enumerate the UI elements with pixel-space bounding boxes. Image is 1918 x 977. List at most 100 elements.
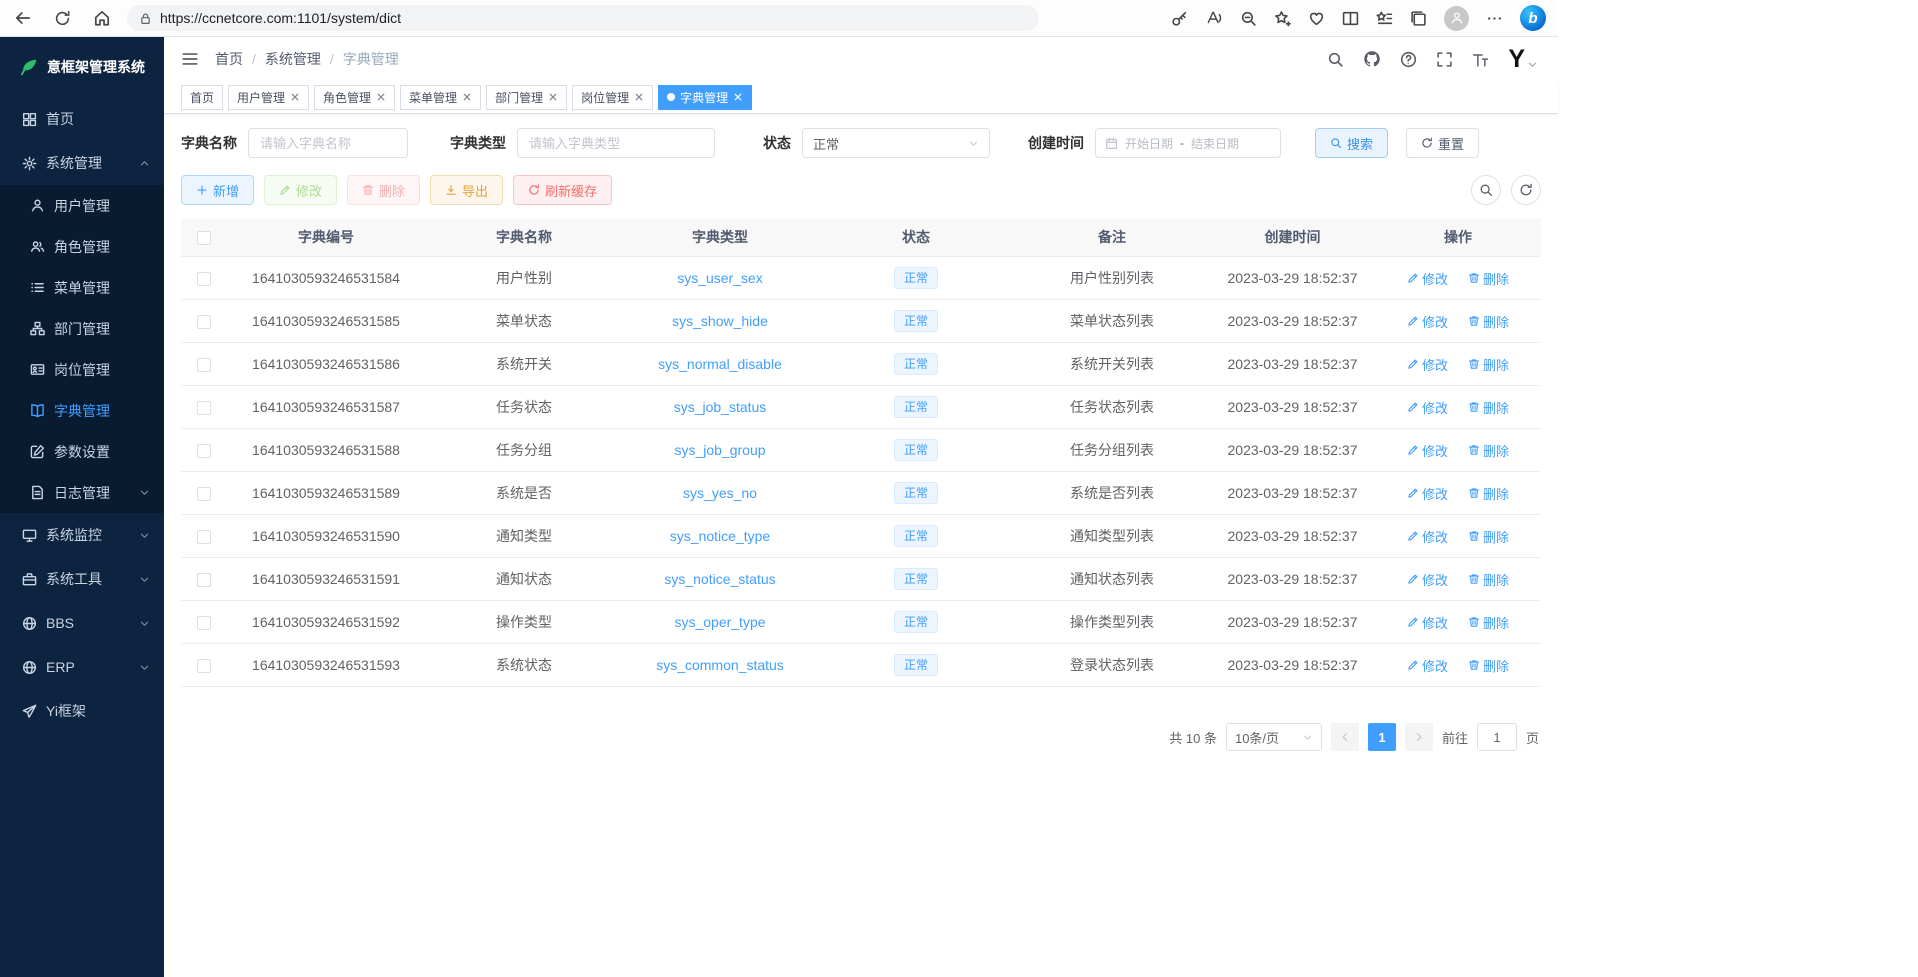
- collections-icon[interactable]: [1410, 10, 1427, 27]
- dict-type-link[interactable]: sys_notice_status: [664, 571, 775, 587]
- browser-essentials-icon[interactable]: [1308, 10, 1325, 27]
- row-delete-link[interactable]: 删除: [1468, 441, 1509, 460]
- home-icon[interactable]: [93, 9, 111, 27]
- reload-icon[interactable]: [54, 10, 71, 27]
- row-delete-link[interactable]: 删除: [1468, 398, 1509, 417]
- goto-page-input[interactable]: [1477, 723, 1517, 751]
- toggle-search-button[interactable]: [1471, 175, 1501, 205]
- add-favorite-icon[interactable]: [1274, 10, 1291, 27]
- breadcrumb-section[interactable]: 系统管理: [265, 49, 321, 69]
- row-checkbox[interactable]: [197, 358, 211, 372]
- fullscreen-icon[interactable]: [1436, 51, 1453, 68]
- tab-post-management[interactable]: 岗位管理: [572, 85, 653, 110]
- row-checkbox[interactable]: [197, 315, 211, 329]
- sidebar-item-erp[interactable]: ERP: [0, 645, 164, 689]
- row-checkbox[interactable]: [197, 659, 211, 673]
- row-checkbox[interactable]: [197, 401, 211, 415]
- dict-name-input[interactable]: [248, 128, 408, 158]
- row-edit-link[interactable]: 修改: [1407, 398, 1448, 417]
- dict-type-link[interactable]: sys_oper_type: [674, 614, 765, 630]
- row-edit-link[interactable]: 修改: [1407, 312, 1448, 331]
- status-select[interactable]: 正常: [802, 128, 990, 158]
- sidebar-item-user-management[interactable]: 用户管理: [0, 185, 164, 226]
- search-button[interactable]: 搜索: [1315, 128, 1388, 158]
- bing-chat-icon[interactable]: b: [1520, 5, 1546, 31]
- user-menu[interactable]: Y: [1508, 47, 1538, 72]
- dict-type-link[interactable]: sys_show_hide: [672, 313, 768, 329]
- prev-page-button[interactable]: [1331, 723, 1359, 751]
- row-delete-link[interactable]: 删除: [1468, 570, 1509, 589]
- row-delete-link[interactable]: 删除: [1468, 312, 1509, 331]
- row-checkbox[interactable]: [197, 272, 211, 286]
- sidebar-item-system-management[interactable]: 系统管理: [0, 141, 164, 185]
- tab-dept-management[interactable]: 部门管理: [486, 85, 567, 110]
- row-edit-link[interactable]: 修改: [1407, 613, 1448, 632]
- tab-close-icon[interactable]: [733, 92, 743, 102]
- row-edit-link[interactable]: 修改: [1407, 484, 1448, 503]
- sidebar-item-menu-management[interactable]: 菜单管理: [0, 267, 164, 308]
- dict-type-link[interactable]: sys_notice_type: [670, 528, 770, 544]
- profile-avatar[interactable]: [1444, 6, 1469, 31]
- sidebar-item-param-settings[interactable]: 参数设置: [0, 431, 164, 472]
- row-edit-link[interactable]: 修改: [1407, 269, 1448, 288]
- row-edit-link[interactable]: 修改: [1407, 656, 1448, 675]
- tab-close-icon[interactable]: [548, 92, 558, 102]
- row-checkbox[interactable]: [197, 530, 211, 544]
- collapse-sidebar-icon[interactable]: [181, 50, 199, 68]
- tab-menu-management[interactable]: 菜单管理: [400, 85, 481, 110]
- row-edit-link[interactable]: 修改: [1407, 355, 1448, 374]
- next-page-button[interactable]: [1405, 723, 1433, 751]
- row-checkbox[interactable]: [197, 573, 211, 587]
- address-bar[interactable]: https://ccnetcore.com:1101/system/dict: [127, 5, 1039, 31]
- dict-type-link[interactable]: sys_yes_no: [683, 485, 757, 501]
- dict-type-input[interactable]: [517, 128, 715, 158]
- tab-dict-management[interactable]: 字典管理: [658, 85, 752, 110]
- tab-close-icon[interactable]: [634, 92, 644, 102]
- sidebar-item-home[interactable]: 首页: [0, 97, 164, 141]
- dict-type-link[interactable]: sys_job_group: [674, 442, 765, 458]
- sidebar-item-system-tools[interactable]: 系统工具: [0, 557, 164, 601]
- back-icon[interactable]: [14, 9, 32, 27]
- row-delete-link[interactable]: 删除: [1468, 613, 1509, 632]
- tab-close-icon[interactable]: [290, 92, 300, 102]
- sidebar-item-dict-management[interactable]: 字典管理: [0, 390, 164, 431]
- github-icon[interactable]: [1363, 50, 1381, 68]
- row-delete-link[interactable]: 删除: [1468, 656, 1509, 675]
- tab-close-icon[interactable]: [462, 92, 472, 102]
- split-screen-icon[interactable]: [1342, 10, 1359, 27]
- row-delete-link[interactable]: 删除: [1468, 527, 1509, 546]
- tab-close-icon[interactable]: [376, 92, 386, 102]
- page-size-select[interactable]: 10条/页: [1226, 723, 1322, 751]
- row-edit-link[interactable]: 修改: [1407, 441, 1448, 460]
- row-delete-link[interactable]: 删除: [1468, 355, 1509, 374]
- sidebar-item-post-management[interactable]: 岗位管理: [0, 349, 164, 390]
- sidebar-item-bbs[interactable]: BBS: [0, 601, 164, 645]
- sidebar-item-role-management[interactable]: 角色管理: [0, 226, 164, 267]
- search-icon[interactable]: [1327, 51, 1344, 68]
- dict-type-link[interactable]: sys_job_status: [674, 399, 767, 415]
- dict-type-link[interactable]: sys_common_status: [656, 657, 784, 673]
- tab-user-management[interactable]: 用户管理: [228, 85, 309, 110]
- favorites-bar-icon[interactable]: [1376, 10, 1393, 27]
- row-edit-link[interactable]: 修改: [1407, 570, 1448, 589]
- breadcrumb-home[interactable]: 首页: [215, 49, 243, 69]
- row-checkbox[interactable]: [197, 616, 211, 630]
- refresh-cache-button[interactable]: 刷新缓存: [513, 175, 612, 205]
- export-button[interactable]: 导出: [430, 175, 503, 205]
- select-all-checkbox[interactable]: [197, 231, 211, 245]
- delete-button[interactable]: 删除: [347, 175, 420, 205]
- create-time-range-picker[interactable]: 开始日期 - 结束日期: [1095, 128, 1281, 158]
- row-delete-link[interactable]: 删除: [1468, 484, 1509, 503]
- row-delete-link[interactable]: 删除: [1468, 269, 1509, 288]
- tab-role-management[interactable]: 角色管理: [314, 85, 395, 110]
- row-checkbox[interactable]: [197, 487, 211, 501]
- read-aloud-icon[interactable]: [1205, 9, 1223, 27]
- help-icon[interactable]: [1400, 51, 1417, 68]
- tab-home[interactable]: 首页: [181, 85, 223, 110]
- sidebar-item-system-monitor[interactable]: 系统监控: [0, 513, 164, 557]
- zoom-out-icon[interactable]: [1240, 10, 1257, 27]
- edit-button[interactable]: 修改: [264, 175, 337, 205]
- more-menu-icon[interactable]: [1486, 10, 1503, 27]
- page-number-button[interactable]: 1: [1368, 723, 1396, 751]
- font-size-icon[interactable]: [1472, 51, 1489, 68]
